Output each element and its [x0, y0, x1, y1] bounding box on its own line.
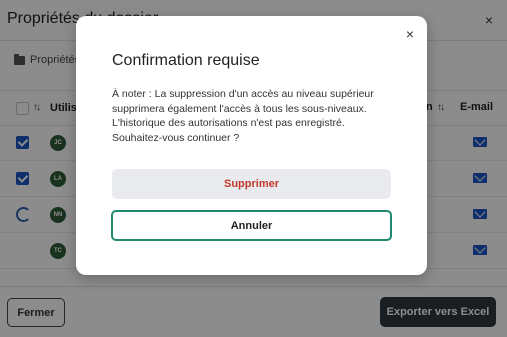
- delete-button[interactable]: Supprimer: [112, 169, 391, 199]
- dialog-message: À noter : La suppression d'un accès au n…: [112, 88, 374, 144]
- dialog-title: Confirmation requise: [112, 52, 260, 69]
- cancel-button[interactable]: Annuler: [111, 210, 392, 241]
- close-icon[interactable]: ×: [406, 26, 414, 42]
- confirmation-dialog: × Confirmation requise À noter : La supp…: [76, 16, 427, 275]
